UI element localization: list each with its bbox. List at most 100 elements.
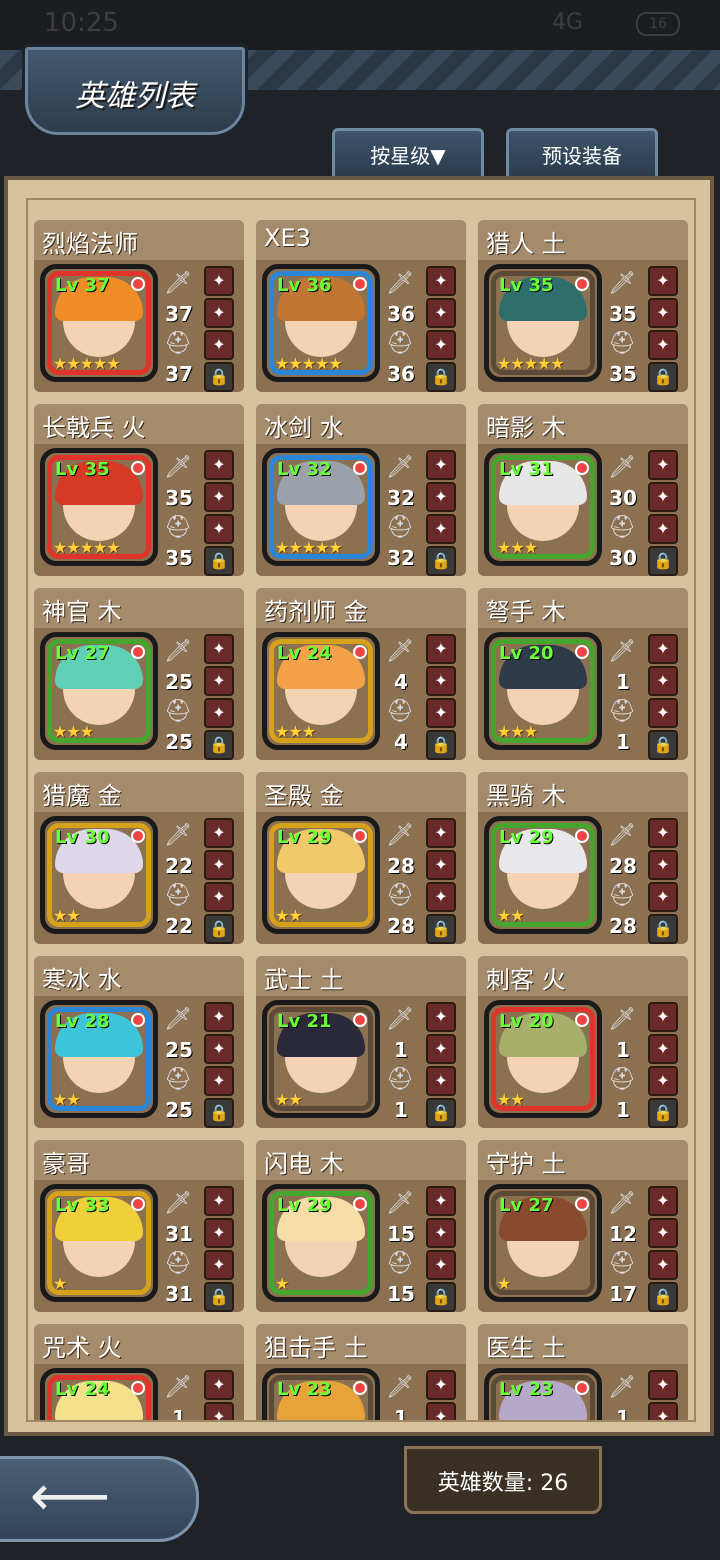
equipment-slot[interactable]: ✦ <box>426 1066 456 1096</box>
equipment-slot[interactable]: ✦ <box>426 882 456 912</box>
equipment-slot[interactable]: ✦ <box>426 514 456 544</box>
equipment-slot[interactable]: ✦ <box>204 482 234 512</box>
equipment-slot[interactable]: ✦ <box>648 482 678 512</box>
hero-portrait[interactable]: Lv 35 ★★★★★ <box>40 448 158 566</box>
equipment-slot[interactable]: ✦ <box>426 666 456 696</box>
equipment-slot[interactable]: ✦ <box>204 634 234 664</box>
equipment-slot[interactable]: ✦ <box>426 330 456 360</box>
hero-portrait[interactable]: Lv 32 ★★★★★ <box>262 448 380 566</box>
hero-card[interactable]: 神官 木 Lv 27 ★★★ 🗡 25 ⛑ 25 ✦ ✦ ✦ 🔒 <box>34 588 244 760</box>
hero-card[interactable]: 长戟兵 火 Lv 35 ★★★★★ 🗡 35 ⛑ 35 ✦ ✦ ✦ 🔒 <box>34 404 244 576</box>
hero-card[interactable]: 暗影 木 Lv 31 ★★★ 🗡 30 ⛑ 30 ✦ ✦ ✦ 🔒 <box>478 404 688 576</box>
equipment-slot[interactable]: ✦ <box>648 1186 678 1216</box>
equipment-slot[interactable]: ✦ <box>648 298 678 328</box>
equipment-slot[interactable]: ✦ <box>204 850 234 880</box>
equipment-slot[interactable]: ✦ <box>648 634 678 664</box>
equipment-slot[interactable]: ✦ <box>426 850 456 880</box>
hero-portrait[interactable]: Lv 35 ★★★★★ <box>484 264 602 382</box>
equipment-slot[interactable]: ✦ <box>648 818 678 848</box>
hero-card[interactable]: 圣殿 金 Lv 29 ★★ 🗡 28 ⛑ 28 ✦ ✦ ✦ 🔒 <box>256 772 466 944</box>
equipment-slot[interactable]: ✦ <box>648 698 678 728</box>
equipment-slot[interactable]: ✦ <box>648 450 678 480</box>
equipment-slot[interactable]: ✦ <box>426 1218 456 1248</box>
hero-card[interactable]: 猎人 土 Lv 35 ★★★★★ 🗡 35 ⛑ 35 ✦ ✦ ✦ 🔒 <box>478 220 688 392</box>
hero-card[interactable]: 狙击手 土Lv 23🗡1⛑1✦✦✦🔒 <box>256 1324 466 1420</box>
hero-portrait[interactable]: Lv 20 ★★ <box>484 1000 602 1118</box>
equipment-slot[interactable]: ✦ <box>648 330 678 360</box>
hero-portrait[interactable]: Lv 27 ★★★ <box>40 632 158 750</box>
hero-card[interactable]: 咒术 火Lv 24🗡1⛑1✦✦✦🔒 <box>34 1324 244 1420</box>
equipment-slot[interactable]: ✦ <box>204 818 234 848</box>
hero-card[interactable]: 豪哥 Lv 33 ★ 🗡 31 ⛑ 31 ✦ ✦ ✦ 🔒 <box>34 1140 244 1312</box>
equipment-slot[interactable]: ✦ <box>426 698 456 728</box>
hero-card[interactable]: XE3 Lv 36 ★★★★★ 🗡 36 ⛑ 36 ✦ ✦ ✦ 🔒 <box>256 220 466 392</box>
hero-card[interactable]: 刺客 火 Lv 20 ★★ 🗡 1 ⛑ 1 ✦ ✦ ✦ 🔒 <box>478 956 688 1128</box>
hero-portrait[interactable]: Lv 30 ★★ <box>40 816 158 934</box>
back-button[interactable]: ⟵ <box>0 1456 199 1542</box>
hero-portrait[interactable]: Lv 36 ★★★★★ <box>262 264 380 382</box>
hero-card[interactable]: 守护 土 Lv 27 ★ 🗡 12 ⛑ 17 ✦ ✦ ✦ 🔒 <box>478 1140 688 1312</box>
equipment-slot[interactable]: ✦ <box>204 330 234 360</box>
equipment-slot[interactable]: ✦ <box>204 1402 234 1420</box>
hero-portrait[interactable]: Lv 24 <box>40 1368 158 1420</box>
equipment-slot[interactable]: ✦ <box>204 1250 234 1280</box>
hero-card[interactable]: 药剂师 金 Lv 24 ★★★ 🗡 4 ⛑ 4 ✦ ✦ ✦ 🔒 <box>256 588 466 760</box>
hero-portrait[interactable]: Lv 20 ★★★ <box>484 632 602 750</box>
hero-card[interactable]: 猎魔 金 Lv 30 ★★ 🗡 22 ⛑ 22 ✦ ✦ ✦ 🔒 <box>34 772 244 944</box>
equipment-slot[interactable]: ✦ <box>426 450 456 480</box>
hero-card[interactable]: 闪电 木 Lv 29 ★ 🗡 15 ⛑ 15 ✦ ✦ ✦ 🔒 <box>256 1140 466 1312</box>
equipment-slot[interactable]: ✦ <box>648 266 678 296</box>
hero-portrait[interactable]: Lv 27 ★ <box>484 1184 602 1302</box>
hero-card[interactable]: 武士 土 Lv 21 ★★ 🗡 1 ⛑ 1 ✦ ✦ ✦ 🔒 <box>256 956 466 1128</box>
equipment-slot[interactable]: ✦ <box>204 298 234 328</box>
hero-card[interactable]: 寒冰 水 Lv 28 ★★ 🗡 25 ⛑ 25 ✦ ✦ ✦ 🔒 <box>34 956 244 1128</box>
hero-portrait[interactable]: Lv 23 <box>484 1368 602 1420</box>
hero-card[interactable]: 弩手 木 Lv 20 ★★★ 🗡 1 ⛑ 1 ✦ ✦ ✦ 🔒 <box>478 588 688 760</box>
hero-portrait[interactable]: Lv 21 ★★ <box>262 1000 380 1118</box>
equipment-slot[interactable]: ✦ <box>426 482 456 512</box>
hero-portrait[interactable]: Lv 28 ★★ <box>40 1000 158 1118</box>
equipment-slot[interactable]: ✦ <box>648 1034 678 1064</box>
hero-portrait[interactable]: Lv 31 ★★★ <box>484 448 602 566</box>
equipment-slot[interactable]: ✦ <box>648 882 678 912</box>
equipment-slot[interactable]: ✦ <box>204 1002 234 1032</box>
equipment-slot[interactable]: ✦ <box>648 666 678 696</box>
equipment-slot[interactable]: ✦ <box>426 1402 456 1420</box>
equipment-slot[interactable]: ✦ <box>204 698 234 728</box>
equipment-slot[interactable]: ✦ <box>204 1370 234 1400</box>
equipment-slot[interactable]: ✦ <box>426 634 456 664</box>
equipment-slot[interactable]: ✦ <box>204 1186 234 1216</box>
equipment-slot[interactable]: ✦ <box>204 1034 234 1064</box>
equipment-slot[interactable]: ✦ <box>204 266 234 296</box>
hero-card[interactable]: 烈焰法师 Lv 37 ★★★★★ 🗡 37 ⛑ 37 ✦ ✦ ✦ 🔒 <box>34 220 244 392</box>
preset-equipment-tab[interactable]: 预设装备 <box>506 128 658 179</box>
hero-portrait[interactable]: Lv 29 ★ <box>262 1184 380 1302</box>
equipment-slot[interactable]: ✦ <box>204 450 234 480</box>
equipment-slot[interactable]: ✦ <box>648 850 678 880</box>
hero-card[interactable]: 冰剑 水 Lv 32 ★★★★★ 🗡 32 ⛑ 32 ✦ ✦ ✦ 🔒 <box>256 404 466 576</box>
equipment-slot[interactable]: ✦ <box>204 666 234 696</box>
hero-list-scroll[interactable]: 烈焰法师 Lv 37 ★★★★★ 🗡 37 ⛑ 37 ✦ ✦ ✦ 🔒 XE3 Lv 36 ★★★★★ 🗡 36… <box>26 198 696 1422</box>
equipment-slot[interactable]: ✦ <box>204 514 234 544</box>
equipment-slot[interactable]: ✦ <box>204 882 234 912</box>
equipment-slot[interactable]: ✦ <box>648 514 678 544</box>
equipment-slot[interactable]: ✦ <box>648 1370 678 1400</box>
equipment-slot[interactable]: ✦ <box>426 298 456 328</box>
equipment-slot[interactable]: ✦ <box>426 1370 456 1400</box>
hero-portrait[interactable]: Lv 37 ★★★★★ <box>40 264 158 382</box>
equipment-slot[interactable]: ✦ <box>204 1218 234 1248</box>
equipment-slot[interactable]: ✦ <box>426 1034 456 1064</box>
equipment-slot[interactable]: ✦ <box>648 1066 678 1096</box>
sort-by-stars-tab[interactable]: 按星级▼ <box>332 128 484 179</box>
equipment-slot[interactable]: ✦ <box>648 1218 678 1248</box>
hero-card[interactable]: 医生 土Lv 23🗡1⛑1✦✦✦🔒 <box>478 1324 688 1420</box>
hero-portrait[interactable]: Lv 29 ★★ <box>262 816 380 934</box>
equipment-slot[interactable]: ✦ <box>426 266 456 296</box>
equipment-slot[interactable]: ✦ <box>648 1402 678 1420</box>
hero-portrait[interactable]: Lv 23 <box>262 1368 380 1420</box>
hero-portrait[interactable]: Lv 24 ★★★ <box>262 632 380 750</box>
equipment-slot[interactable]: ✦ <box>204 1066 234 1096</box>
equipment-slot[interactable]: ✦ <box>426 818 456 848</box>
equipment-slot[interactable]: ✦ <box>426 1186 456 1216</box>
hero-card[interactable]: 黑骑 木 Lv 29 ★★ 🗡 28 ⛑ 28 ✦ ✦ ✦ 🔒 <box>478 772 688 944</box>
